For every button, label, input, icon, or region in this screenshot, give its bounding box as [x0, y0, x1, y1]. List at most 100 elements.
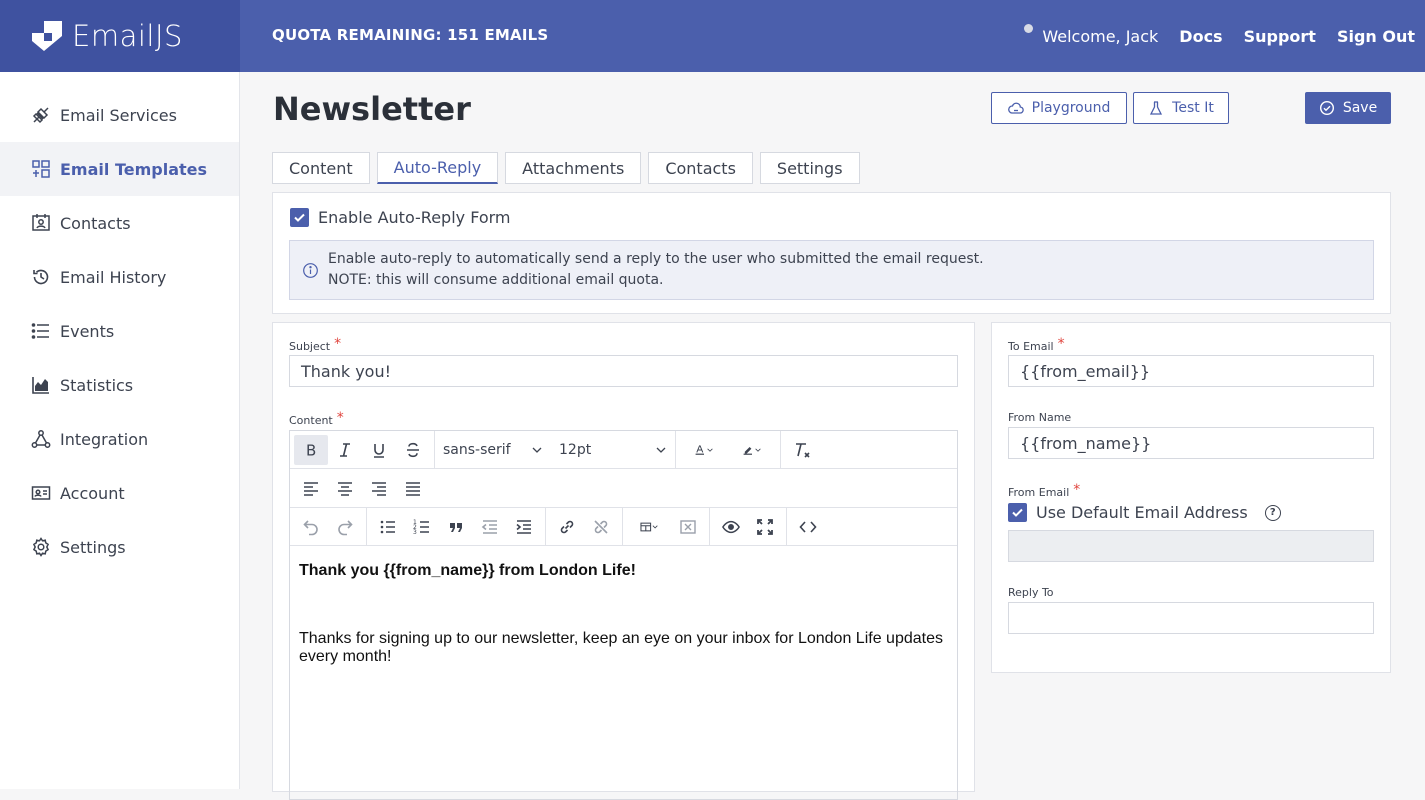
sidebar-item-email-templates[interactable]: Email Templates — [0, 142, 239, 196]
subject-label: Subject * — [289, 336, 342, 353]
save-button[interactable]: Save — [1305, 92, 1391, 124]
font-family-select[interactable]: sans-serif — [435, 435, 551, 465]
editor-toolbar-row-3: 123 — [290, 508, 957, 546]
clear-formatting-button[interactable] — [785, 435, 819, 465]
use-default-email-checkbox[interactable] — [1008, 503, 1027, 522]
info-line-1: Enable auto-reply to automatically send … — [328, 251, 984, 267]
redo-icon — [338, 519, 353, 535]
insert-table-button[interactable] — [627, 512, 671, 542]
fullscreen-button[interactable] — [748, 512, 782, 542]
sidebar-item-label: Contacts — [60, 213, 131, 233]
tab-content[interactable]: Content — [272, 152, 370, 184]
sidebar-item-statistics[interactable]: Statistics — [0, 358, 239, 412]
bold-icon: B — [306, 441, 316, 459]
check-circle-icon — [1319, 100, 1334, 116]
playground-button[interactable]: Playground — [991, 92, 1127, 124]
align-group — [290, 469, 434, 507]
enable-auto-reply-row: Enable Auto-Reply Form — [290, 208, 511, 227]
font-size-select[interactable]: 12pt — [551, 435, 675, 465]
support-link[interactable]: Support — [1244, 27, 1316, 46]
align-left-button[interactable] — [294, 473, 328, 503]
sidebar-item-account[interactable]: Account — [0, 466, 239, 520]
align-left-icon — [304, 482, 318, 496]
tab-settings[interactable]: Settings — [759, 152, 860, 184]
account-icon — [31, 486, 51, 500]
italic-button[interactable] — [328, 435, 362, 465]
text-color-icon — [695, 444, 713, 455]
reply-to-input[interactable] — [1008, 602, 1374, 634]
justify-button[interactable] — [396, 473, 430, 503]
blockquote-button[interactable] — [439, 512, 473, 542]
text-color-button[interactable] — [680, 435, 728, 465]
highlight-color-button[interactable] — [728, 435, 776, 465]
tab-attachments[interactable]: Attachments — [505, 152, 642, 184]
enable-auto-reply-checkbox[interactable] — [290, 208, 309, 227]
unlink-button[interactable] — [584, 512, 618, 542]
delete-table-button[interactable] — [671, 512, 705, 542]
table-icon — [640, 522, 658, 531]
to-email-input[interactable]: {{from_email}} — [1008, 355, 1374, 387]
test-it-button[interactable]: Test It — [1133, 92, 1229, 124]
svg-text:3: 3 — [413, 529, 417, 536]
checkmark-icon — [294, 213, 305, 222]
sidebar-item-email-history[interactable]: Email History — [0, 250, 239, 304]
sidebar-item-integration[interactable]: Integration — [0, 412, 239, 466]
clear-format-icon — [796, 442, 810, 458]
emailjs-logo-icon — [32, 21, 62, 51]
sidebar-item-settings[interactable]: Settings — [0, 520, 239, 574]
bullet-list-button[interactable] — [371, 512, 405, 542]
auto-reply-content-card: Subject * Thank you! Content * B sans-seri… — [272, 322, 975, 800]
list-group: 123 — [367, 508, 546, 545]
indent-button[interactable] — [507, 512, 541, 542]
use-default-email-label: Use Default Email Address — [1036, 503, 1248, 522]
docs-link[interactable]: Docs — [1179, 27, 1222, 46]
code-icon — [799, 520, 817, 533]
editor-toolbar-row-2 — [290, 469, 957, 508]
sign-out-link[interactable]: Sign Out — [1337, 27, 1415, 46]
align-center-button[interactable] — [328, 473, 362, 503]
outdent-button[interactable] — [473, 512, 507, 542]
subject-input[interactable]: Thank you! — [289, 355, 958, 387]
chart-icon — [32, 377, 49, 394]
justify-icon — [406, 482, 420, 496]
sidebar-item-contacts[interactable]: Contacts — [0, 196, 239, 250]
editor-content[interactable]: Thank you {{from_name}} from London Life… — [290, 546, 957, 682]
underline-button[interactable] — [362, 435, 396, 465]
source-code-button[interactable] — [791, 512, 825, 542]
info-icon — [303, 262, 318, 278]
insert-link-button[interactable] — [550, 512, 584, 542]
numbered-list-button[interactable]: 123 — [405, 512, 439, 542]
save-label: Save — [1342, 100, 1378, 116]
sidebar-item-events[interactable]: Events — [0, 304, 239, 358]
editor-toolbar-row-1: B sans-serif 12pt — [290, 431, 957, 469]
link-icon — [560, 520, 574, 533]
font-family-value: sans-serif — [443, 441, 511, 458]
preview-button[interactable] — [714, 512, 748, 542]
underline-icon — [374, 443, 384, 458]
from-email-input — [1008, 530, 1374, 562]
brand[interactable]: EmailJS — [0, 0, 240, 72]
undo-button[interactable] — [294, 512, 328, 542]
undo-icon — [303, 519, 318, 535]
sidebar-item-label: Email History — [60, 267, 167, 287]
from-email-label: From Email * — [1008, 482, 1081, 499]
welcome-text: Welcome, Jack — [1042, 26, 1159, 46]
template-icon — [32, 160, 50, 178]
tab-auto-reply[interactable]: Auto-Reply — [376, 152, 499, 184]
bold-button[interactable]: B — [294, 434, 328, 465]
help-icon[interactable]: ? — [1264, 504, 1281, 521]
format-group: B — [290, 431, 435, 468]
sidebar-item-email-services[interactable]: Email Services — [0, 88, 239, 142]
info-text: Enable auto-reply to automatically send … — [328, 249, 984, 291]
content-body: Thanks for signing up to our newsletter,… — [299, 630, 943, 665]
strikethrough-button[interactable] — [396, 435, 430, 465]
status-dot-icon — [1024, 23, 1034, 33]
tab-contacts[interactable]: Contacts — [648, 152, 753, 184]
from-name-input[interactable]: {{from_name}} — [1008, 427, 1374, 459]
unlink-icon — [594, 519, 608, 534]
auto-reply-recipient-card: To Email * {{from_email}} From Name {{fro… — [991, 322, 1391, 673]
font-size-value: 12pt — [559, 441, 592, 458]
redo-button[interactable] — [328, 512, 362, 542]
align-right-button[interactable] — [362, 473, 396, 503]
fullscreen-icon — [757, 518, 773, 535]
